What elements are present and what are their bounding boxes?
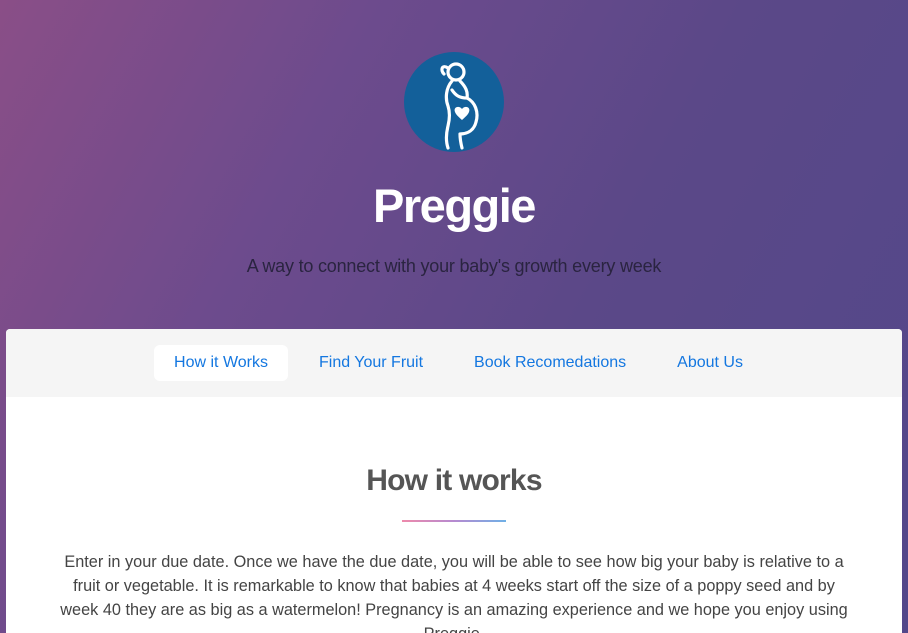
tab-book-recommendations[interactable]: Book Recomedations <box>454 345 646 381</box>
logo <box>404 52 504 152</box>
section-title: How it works <box>366 464 542 497</box>
main-card: How it Works Find Your Fruit Book Recome… <box>6 329 902 633</box>
content-section: How it works Enter in your due date. Onc… <box>6 464 902 633</box>
page-title: Preggie <box>373 179 536 232</box>
section-body: Enter in your due date. Once we have the… <box>60 553 848 633</box>
tab-nav: How it Works Find Your Fruit Book Recome… <box>6 329 902 397</box>
tab-how-it-works[interactable]: How it Works <box>154 345 288 381</box>
pregnant-woman-heart-icon <box>440 62 479 150</box>
hero-header: Preggie A way to connect with your baby'… <box>0 0 908 330</box>
tab-about-us[interactable]: About Us <box>657 345 763 381</box>
tab-find-your-fruit[interactable]: Find Your Fruit <box>299 345 443 381</box>
gradient-divider <box>402 520 506 522</box>
page-subtitle: A way to connect with your baby's growth… <box>246 256 662 276</box>
tab-list: How it Works Find Your Fruit Book Recome… <box>154 345 774 381</box>
